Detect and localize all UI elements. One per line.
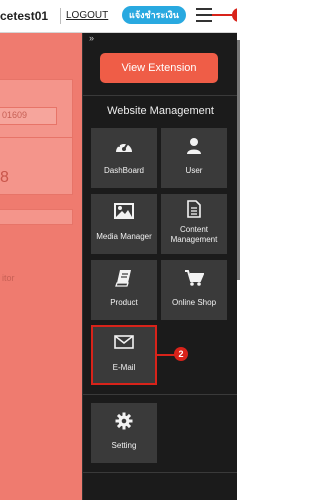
notify-payment-button[interactable]: แจ้งชำระเงิน [122, 6, 186, 24]
gear-icon [91, 412, 157, 432]
dashboard-icon [91, 137, 157, 157]
tile-setting[interactable]: Setting [91, 403, 157, 463]
scrollbar-thumb[interactable] [237, 40, 240, 280]
callout-arrow [212, 14, 232, 16]
tile-product[interactable]: Product [91, 260, 157, 320]
tile-label: E-Mail [112, 363, 136, 372]
tile-content-management[interactable]: Content Management [161, 194, 227, 254]
background-card [0, 209, 73, 225]
tile-label: Setting [111, 441, 137, 450]
tile-media-manager[interactable]: Media Manager [91, 194, 157, 254]
view-extension-button[interactable]: View Extension [100, 53, 218, 83]
background-field-value: 01609 [2, 110, 28, 120]
mail-icon [93, 335, 155, 355]
tile-email[interactable]: E-Mail [91, 325, 157, 385]
tile-user[interactable]: User [161, 128, 227, 188]
username: cetest01 [0, 9, 49, 23]
logout-link[interactable]: LOGOUT [66, 10, 108, 21]
panel-divider [83, 472, 238, 473]
panel-divider [83, 394, 238, 395]
tile-dashboard[interactable]: DashBoard [91, 128, 157, 188]
cart-icon [161, 269, 227, 289]
side-menu-panel: » View Extension Website Management Dash… [82, 33, 238, 500]
collapse-panel-icon[interactable]: » [89, 33, 94, 43]
tile-label: Online Shop [171, 298, 217, 307]
tile-label: DashBoard [103, 166, 145, 175]
tile-label: Media Manager [96, 232, 152, 241]
tile-online-shop[interactable]: Online Shop [161, 260, 227, 320]
tile-label: User [185, 166, 203, 175]
background-card [0, 137, 73, 195]
section-title: Website Management [107, 105, 214, 117]
panel-divider [83, 95, 238, 96]
callout-badge-2: 2 [174, 347, 188, 361]
top-bar: cetest01 LOGOUT แจ้งชำระเงิน [0, 0, 237, 33]
tile-label: Product [110, 298, 138, 307]
page-overlay: 01609 8 itor [0, 33, 82, 500]
hamburger-menu-icon[interactable] [196, 8, 212, 22]
scrollbar-track[interactable] [237, 0, 259, 500]
book-icon [91, 269, 157, 289]
background-number: 8 [0, 169, 9, 186]
user-icon [161, 137, 227, 157]
image-icon [91, 203, 157, 223]
document-icon [161, 200, 227, 220]
background-text: itor [2, 273, 15, 283]
header-divider [60, 8, 61, 24]
callout-arrow [157, 354, 175, 356]
tile-label: Content Management [170, 225, 218, 244]
